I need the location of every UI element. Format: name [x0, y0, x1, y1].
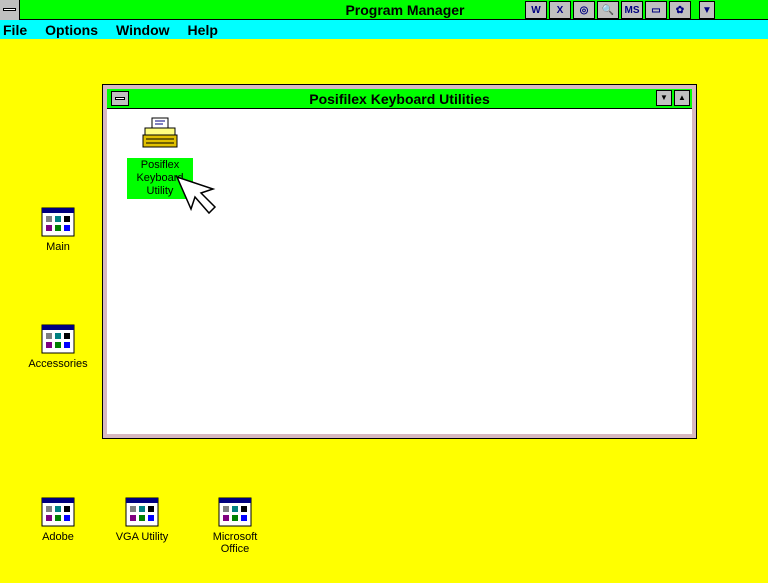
program-group-icon [41, 497, 75, 527]
group-window-posiflex[interactable]: Posifilex Keyboard Utilities ▼ ▲ Posifle… [102, 84, 697, 439]
search-icon[interactable]: 🔍 [597, 1, 619, 19]
minimize-button[interactable]: ▼ [656, 90, 672, 106]
menu-bar: File Options Window Help [0, 20, 768, 39]
group-label-line1: Microsoft [212, 531, 258, 543]
group-label-line2: Office [220, 543, 250, 555]
system-menu-button[interactable] [0, 0, 20, 20]
group-label: Adobe [42, 531, 74, 543]
maximize-button[interactable]: ▲ [674, 90, 690, 106]
menu-file[interactable]: File [3, 22, 27, 38]
program-manager-titlebar[interactable]: Program Manager W X ◎ 🔍 MS ▭ ✿ ▼ [0, 0, 768, 20]
group-label: Main [46, 241, 70, 253]
window-system-menu-button[interactable] [111, 91, 129, 106]
X-icon[interactable]: X [549, 1, 571, 19]
group-icon-vga-utility[interactable]: VGA Utility [97, 497, 187, 543]
program-group-icon [218, 497, 252, 527]
window-title: Program Manager [345, 2, 465, 18]
group-label: VGA Utility [115, 531, 169, 543]
W-icon[interactable]: W [525, 1, 547, 19]
gear-icon[interactable]: ✿ [669, 1, 691, 19]
menu-window[interactable]: Window [116, 22, 170, 38]
program-group-icon [41, 324, 75, 354]
compass-icon[interactable]: ◎ [573, 1, 595, 19]
group-icon-accessories[interactable]: Accessories [13, 324, 103, 370]
group-window-titlebar[interactable]: Posifilex Keyboard Utilities ▼ ▲ [107, 89, 692, 109]
group-icon-microsoft-office[interactable]: Microsoft Office [190, 497, 280, 555]
mouse-cursor-icon [175, 175, 217, 215]
group-label: Accessories [28, 358, 88, 370]
group-icon-main[interactable]: Main [13, 207, 103, 253]
tray-icons: W X ◎ 🔍 MS ▭ ✿ ▼ [525, 1, 715, 19]
binoculars-icon[interactable]: ▭ [645, 1, 667, 19]
menu-options[interactable]: Options [45, 22, 98, 38]
MS-icon[interactable]: MS [621, 1, 643, 19]
typewriter-icon [142, 117, 178, 148]
group-icon-adobe[interactable]: Adobe [13, 497, 103, 543]
program-group-icon [125, 497, 159, 527]
menu-help[interactable]: Help [188, 22, 218, 38]
dropdown-arrow-icon[interactable]: ▼ [699, 1, 715, 19]
program-group-icon [41, 207, 75, 237]
group-window-title: Posifilex Keyboard Utilities [309, 91, 490, 107]
